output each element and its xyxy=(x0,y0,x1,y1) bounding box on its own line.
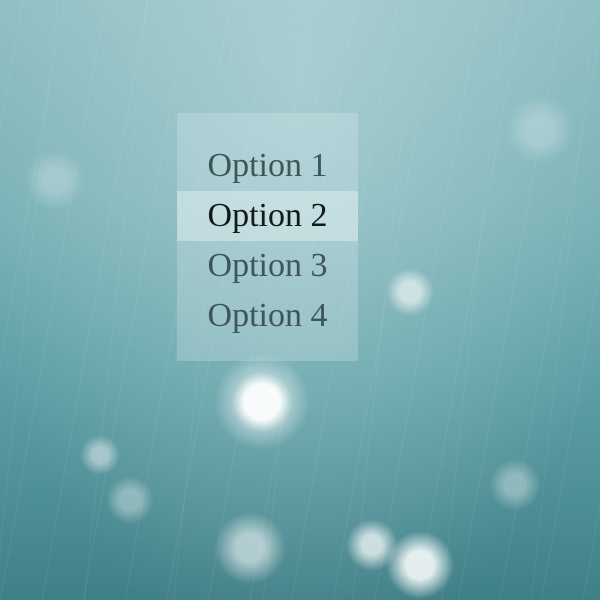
option-menu: Option 1 Option 2 Option 3 Option 4 xyxy=(177,113,358,361)
menu-option-4[interactable]: Option 4 xyxy=(177,291,358,341)
menu-option-2[interactable]: Option 2 xyxy=(177,191,358,241)
menu-option-3[interactable]: Option 3 xyxy=(177,241,358,291)
menu-option-1[interactable]: Option 1 xyxy=(177,141,358,191)
